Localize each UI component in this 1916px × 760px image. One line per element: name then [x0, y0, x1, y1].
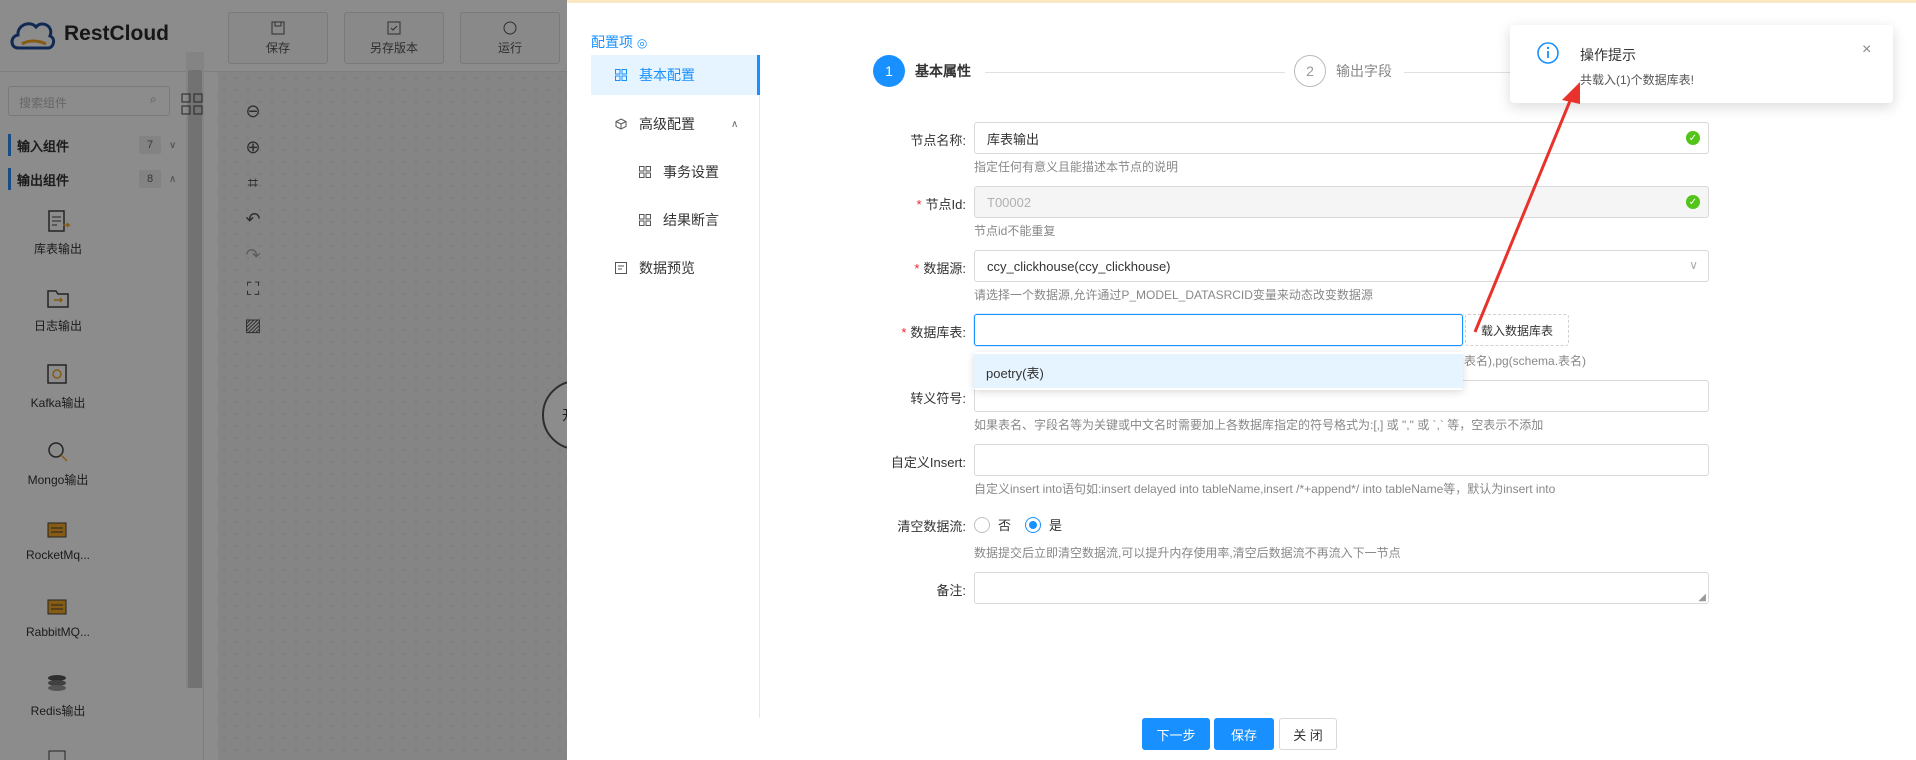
label-text: 备注: [936, 583, 966, 598]
step-connector [985, 72, 1285, 73]
label-text: 转义符号: [910, 391, 966, 406]
menu-item-label: 事务设置 [663, 164, 719, 180]
info-icon [1537, 42, 1559, 64]
save-button[interactable]: 保存 [1214, 718, 1274, 750]
label-text: 节点Id: [925, 197, 966, 212]
drawer-top-border [567, 0, 1916, 3]
label-text: 自定义Insert: [890, 455, 966, 470]
step-label: 输出字段 [1336, 63, 1392, 79]
radio-yes[interactable]: 是 [1025, 515, 1062, 534]
config-title-text: 配置项 [591, 34, 633, 50]
escape-help: 如果表名、字段名等为关键或中文名时需要加上各数据库指定的符号格式为:[,] 或 … [974, 418, 1544, 432]
step-label: 基本属性 [915, 63, 971, 79]
chevron-down-icon: ∨ [1689, 258, 1698, 272]
resize-handle-icon[interactable]: ◢ [1698, 592, 1706, 603]
load-tables-button[interactable]: 载入数据库表 [1465, 314, 1569, 346]
step-connector [1404, 72, 1510, 73]
label-text: 清空数据流: [897, 519, 966, 534]
node-id-help: 节点id不能重复 [974, 224, 1056, 238]
menu-item-label: 基本配置 [639, 67, 695, 83]
node-id-label: * 节点Id: [806, 194, 966, 213]
menu-item-transaction-settings[interactable]: 事务设置 [591, 152, 760, 192]
check-circle-icon: ✓ [1686, 195, 1700, 209]
radio-label: 否 [998, 518, 1012, 533]
custom-insert-help: 自定义insert into语句如:insert delayed into ta… [974, 482, 1556, 496]
required-marker: * [914, 261, 920, 276]
label-text: 数据源: [923, 261, 966, 276]
menu-item-data-preview[interactable]: 数据预览 [591, 248, 760, 288]
menu-item-label: 高级配置 [639, 116, 695, 132]
grid-icon [637, 212, 653, 228]
menu-item-label: 结果断言 [663, 212, 719, 228]
node-name-help: 指定任何有意义且能描述本节点的说明 [974, 160, 1179, 174]
custom-insert-label: 自定义Insert: [806, 452, 966, 471]
close-icon[interactable]: × [1862, 41, 1871, 59]
input-value: T00002 [987, 194, 1032, 210]
menu-item-result-assertion[interactable]: 结果断言 [591, 200, 760, 240]
operation-notification: 操作提示 共载入(1)个数据库表! × [1510, 25, 1893, 103]
grid-icon [613, 67, 629, 83]
next-step-button[interactable]: 下一步 [1142, 718, 1210, 750]
grid-icon [637, 164, 653, 180]
radio-circle[interactable] [974, 516, 990, 533]
datasource-label: * 数据源: [806, 258, 966, 277]
node-id-input: T00002 ✓ [974, 186, 1709, 218]
custom-insert-input[interactable] [974, 444, 1709, 476]
step-basic-properties[interactable]: 1 基本属性 [873, 55, 971, 87]
required-marker: * [916, 197, 922, 212]
remark-label: 备注: [806, 580, 966, 599]
radio-no[interactable]: 否 [974, 515, 1011, 534]
menu-item-label: 数据预览 [639, 260, 695, 276]
step-output-fields[interactable]: 2 输出字段 [1294, 55, 1392, 87]
radio-label: 是 [1049, 518, 1063, 533]
config-items-title: 配置项 ◎ [591, 32, 647, 52]
clear-stream-help: 数据提交后立即清空数据流,可以提升内存使用率,清空后数据流不再流入下一节点 [974, 546, 1401, 560]
target-icon: ◎ [636, 36, 648, 50]
table-input[interactable] [974, 314, 1463, 346]
table-help: 表名),pg(schema.表名) [1464, 354, 1587, 368]
close-button[interactable]: 关 闭 [1279, 718, 1337, 750]
node-name-input[interactable]: 库表输出 ✓ [974, 122, 1709, 154]
clear-stream-label: 清空数据流: [806, 516, 966, 535]
preview-icon [613, 260, 629, 276]
step-number: 1 [873, 55, 905, 87]
chevron-up-icon: ∧ [731, 118, 739, 130]
datasource-select[interactable]: ccy_clickhouse(ccy_clickhouse) ∨ [974, 250, 1709, 282]
remark-textarea[interactable]: ◢ [974, 572, 1709, 604]
radio-circle-checked[interactable] [1025, 516, 1041, 533]
datasource-help: 请选择一个数据源,允许通过P_MODEL_DATASRCID变量来动态改变数据源 [974, 288, 1373, 302]
select-value: ccy_clickhouse(ccy_clickhouse) [987, 258, 1171, 274]
label-text: 节点名称: [910, 133, 966, 148]
cube-icon [613, 116, 629, 132]
step-number: 2 [1294, 55, 1326, 87]
notification-message: 共载入(1)个数据库表! [1580, 73, 1695, 87]
check-circle-icon: ✓ [1686, 131, 1700, 145]
menu-item-basic-config[interactable]: 基本配置 [591, 55, 760, 95]
table-dropdown: poetry(表) [974, 352, 1463, 390]
required-marker: * [901, 325, 907, 340]
input-value: 库表输出 [987, 131, 1040, 147]
table-label: * 数据库表: [806, 322, 966, 341]
label-text: 数据库表: [910, 325, 966, 340]
dropdown-option-poetry[interactable]: poetry(表) [974, 354, 1463, 388]
notification-title: 操作提示 [1580, 47, 1636, 63]
escape-label: 转义符号: [806, 388, 966, 407]
node-name-label: 节点名称: [806, 130, 966, 149]
menu-item-advanced-config[interactable]: 高级配置 ∧ [591, 104, 760, 144]
